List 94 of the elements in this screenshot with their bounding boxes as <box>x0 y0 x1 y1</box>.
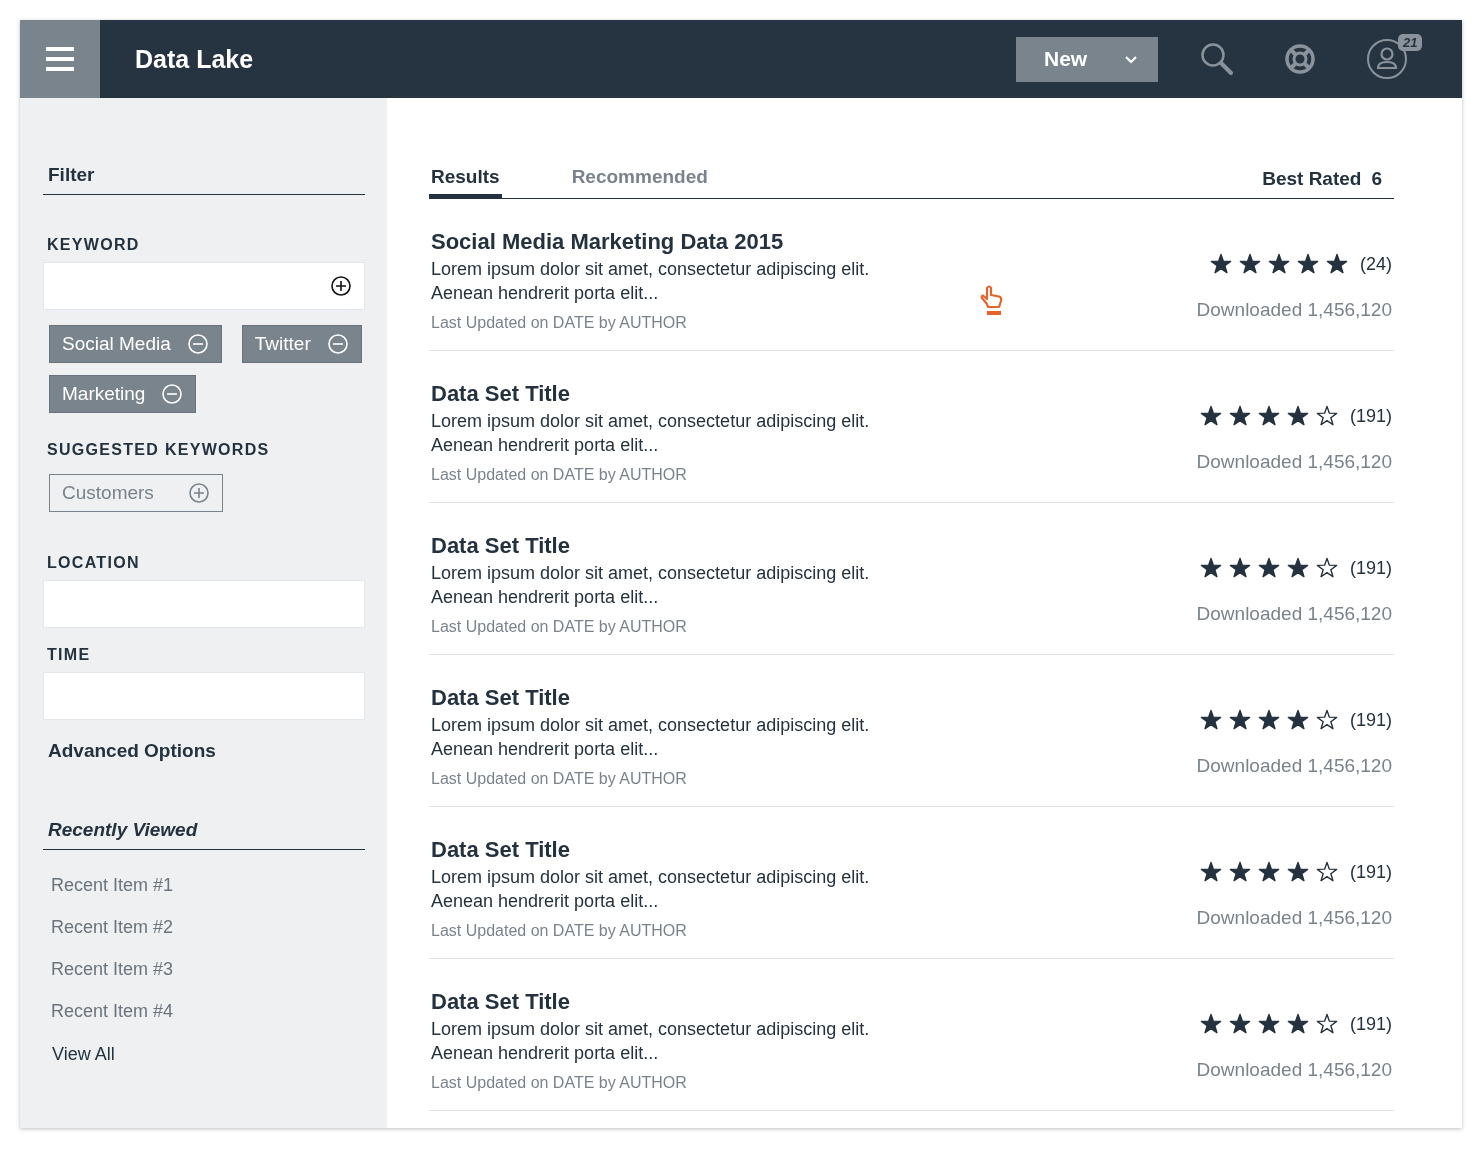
menu-button[interactable] <box>20 20 100 98</box>
star-empty-icon <box>1315 557 1338 579</box>
star-filled-icon <box>1257 709 1280 731</box>
review-count: (191) <box>1349 557 1392 579</box>
review-count: (191) <box>1349 1013 1392 1035</box>
dataset-title-link[interactable]: Data Set Title <box>431 685 870 711</box>
star-filled-icon <box>1210 253 1232 275</box>
review-count: (191) <box>1349 405 1392 427</box>
dataset-description: Lorem ipsum dolor sit amet, consectetur adipiscing elit. Aenean hendrerit porta elit... <box>431 866 870 913</box>
location-label: LOCATION <box>47 554 140 572</box>
recent-item-link[interactable]: Recent Item #1 <box>51 875 174 896</box>
dataset-meta: Last Updated on DATE by AUTHOR <box>431 1074 688 1092</box>
dataset-description: Lorem ipsum dolor sit amet, consectetur adipiscing elit. Aenean hendrerit porta elit... <box>431 562 870 609</box>
review-count: (191) <box>1349 709 1392 731</box>
star-filled-icon <box>1199 405 1222 427</box>
dataset-description: Lorem ipsum dolor sit amet, consectetur adipiscing elit. Aenean hendrerit porta elit... <box>431 258 870 305</box>
star-filled-icon <box>1286 1013 1309 1035</box>
remove-icon[interactable] <box>326 333 349 355</box>
recently-viewed-heading: Recently Viewed <box>43 819 365 850</box>
dataset-description: Lorem ipsum dolor sit amet, consectetur adipiscing elit. Aenean hendrerit porta elit... <box>431 714 870 761</box>
star-empty-icon <box>1315 861 1338 883</box>
star-empty-icon <box>1315 709 1338 731</box>
star-filled-icon <box>1286 709 1309 731</box>
star-filled-icon <box>1257 861 1280 883</box>
tab[interactable]: Recommended <box>569 166 710 198</box>
star-filled-icon <box>1286 861 1309 883</box>
keyword-field[interactable] <box>43 262 365 310</box>
dataset-meta: Last Updated on DATE by AUTHOR <box>431 618 688 636</box>
chevron-down-icon <box>1124 54 1138 64</box>
dataset-meta: Last Updated on DATE by AUTHOR <box>431 466 688 484</box>
app-title: Data Lake <box>135 44 254 74</box>
star-filled-icon <box>1239 253 1261 275</box>
lifebuoy-icon[interactable] <box>1284 43 1316 75</box>
location-field[interactable] <box>43 580 365 628</box>
dataset-title-link[interactable]: Social Media Marketing Data 2015 <box>431 229 870 255</box>
time-label: TIME <box>47 646 91 664</box>
view-all-link[interactable]: View All <box>52 1044 115 1065</box>
dataset-title-link[interactable]: Data Set Title <box>431 381 870 407</box>
dataset-title-link[interactable]: Data Set Title <box>431 989 870 1015</box>
star-filled-icon <box>1286 557 1309 579</box>
star-filled-icon <box>1257 557 1280 579</box>
sort-label[interactable]: Best Rated <box>1262 168 1362 198</box>
download-count: Downloaded 1,456,120 <box>1196 451 1392 473</box>
dataset-meta: Last Updated on DATE by AUTHOR <box>431 314 688 332</box>
dataset-title-link[interactable]: Data Set Title <box>431 837 870 863</box>
star-filled-icon <box>1297 253 1319 275</box>
remove-icon[interactable] <box>186 333 209 355</box>
search-icon[interactable] <box>1200 42 1234 76</box>
star-filled-icon <box>1228 405 1251 427</box>
dataset-description: Lorem ipsum dolor sit amet, consectetur adipiscing elit. Aenean hendrerit porta elit... <box>431 410 870 457</box>
dataset-meta: Last Updated on DATE by AUTHOR <box>431 770 688 788</box>
star-filled-icon <box>1199 1013 1222 1035</box>
star-filled-icon <box>1257 405 1280 427</box>
star-filled-icon <box>1228 557 1251 579</box>
star-filled-icon <box>1286 405 1309 427</box>
keyword-label: KEYWORD <box>47 236 140 254</box>
star-filled-icon <box>1228 709 1251 731</box>
star-empty-icon <box>1315 1013 1338 1035</box>
notification-badge: 21 <box>1398 34 1423 51</box>
star-empty-icon <box>1315 405 1338 427</box>
download-count: Downloaded 1,456,120 <box>1196 1059 1392 1081</box>
star-filled-icon <box>1199 557 1222 579</box>
star-filled-icon <box>1199 709 1222 731</box>
result-count: 6 <box>1370 168 1383 191</box>
time-field[interactable] <box>43 672 365 720</box>
star-filled-icon <box>1257 1013 1280 1035</box>
tab[interactable]: Results <box>429 166 502 198</box>
dataset-description: Lorem ipsum dolor sit amet, consectetur adipiscing elit. Aenean hendrerit porta elit... <box>431 1018 870 1065</box>
dataset-meta: Last Updated on DATE by AUTHOR <box>431 922 688 940</box>
recent-item-link[interactable]: Recent Item #3 <box>51 959 174 980</box>
star-filled-icon <box>1199 861 1222 883</box>
remove-icon[interactable] <box>161 383 184 405</box>
review-count: (191) <box>1349 861 1392 883</box>
recent-item-link[interactable]: Recent Item #4 <box>51 1001 174 1022</box>
dataset-title-link[interactable]: Data Set Title <box>431 533 870 559</box>
recent-item-link[interactable]: Recent Item #2 <box>51 917 174 938</box>
star-filled-icon <box>1228 1013 1251 1035</box>
keyword-tag[interactable]: Social Media <box>49 325 222 363</box>
menu-icon <box>46 47 74 71</box>
download-count: Downloaded 1,456,120 <box>1196 907 1392 929</box>
download-count: Downloaded 1,456,120 <box>1196 755 1392 777</box>
keyword-tag[interactable]: Marketing <box>49 375 197 413</box>
advanced-options-link[interactable]: Advanced Options <box>48 740 216 762</box>
download-count: Downloaded 1,456,120 <box>1196 603 1392 625</box>
suggested-keywords-label: SUGGESTED KEYWORDS <box>47 441 270 459</box>
star-filled-icon <box>1228 861 1251 883</box>
new-button[interactable]: New <box>1016 36 1158 82</box>
download-count: Downloaded 1,456,120 <box>1196 299 1392 321</box>
add-icon[interactable] <box>330 275 352 297</box>
keyword-tag[interactable]: Twitter <box>241 325 362 363</box>
filter-heading: Filter <box>43 164 365 195</box>
review-count: (24) <box>1360 253 1392 275</box>
star-filled-icon <box>1326 253 1348 275</box>
star-filled-icon <box>1268 253 1290 275</box>
